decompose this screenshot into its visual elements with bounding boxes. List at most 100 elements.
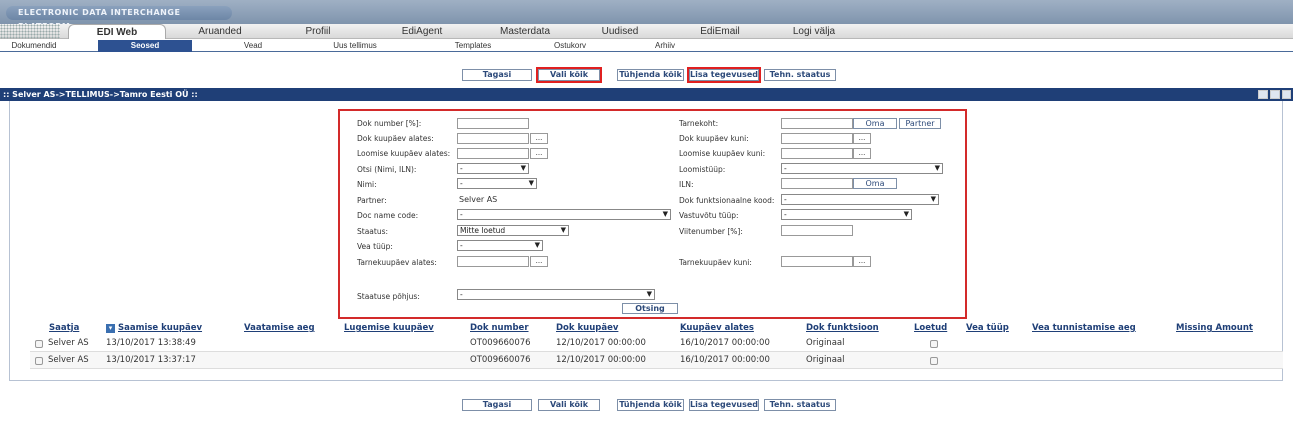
search-icon[interactable] <box>1282 90 1291 99</box>
created-to-picker[interactable]: ... <box>853 148 871 159</box>
col-missing-amount[interactable]: Missing Amount <box>1176 323 1253 333</box>
status-reason-label: Staatuse põhjus: <box>357 292 420 301</box>
col-vea-tunnistamise-aeg[interactable]: Vea tunnistamise aeg <box>1032 323 1136 333</box>
created-from-input[interactable] <box>457 148 529 159</box>
doc-name-code-value: - <box>460 210 463 219</box>
doc-function-code-select[interactable]: - ▼ <box>781 194 939 205</box>
tab-logout[interactable]: Logi välja <box>784 24 844 39</box>
clear-all-button[interactable]: Tühjenda kõik <box>617 69 684 81</box>
col-vaatamise-aeg[interactable]: Vaatamise aeg <box>244 323 315 333</box>
name-select[interactable]: - ▼ <box>457 178 537 189</box>
name-label: Nimi: <box>357 180 377 189</box>
col-saatja[interactable]: Saatja <box>49 323 79 333</box>
col-saamise-kuupaev[interactable]: ▾ Saamise kuupäev <box>106 323 202 333</box>
search-by-select[interactable]: - ▼ <box>457 163 529 174</box>
sort-icon: ▾ <box>106 324 115 333</box>
panel-title: :: Selver AS->TELLIMUS->Tamro Eesti OÜ :… <box>0 88 1293 101</box>
delivery-to-picker[interactable]: ... <box>853 256 871 267</box>
error-type-select[interactable]: - ▼ <box>457 240 543 251</box>
created-from-label: Loomise kuupäev alates: <box>357 149 451 158</box>
delivery-from-picker[interactable]: ... <box>530 256 548 267</box>
doc-name-code-select[interactable]: - ▼ <box>457 209 671 220</box>
doc-date-to-picker[interactable]: ... <box>853 133 871 144</box>
cell-function: Originaal <box>806 355 845 365</box>
subtab-uus-tellimus[interactable]: Uus tellimus <box>320 40 390 52</box>
cell-received: 13/10/2017 13:38:49 <box>106 338 196 348</box>
doc-number-input[interactable] <box>457 118 529 129</box>
delivery-to-input[interactable] <box>781 256 853 267</box>
tech-status-button-bottom[interactable]: Tehn. staatus <box>764 399 836 411</box>
reference-number-input[interactable] <box>781 225 853 236</box>
read-checkbox[interactable] <box>930 357 938 365</box>
iln-input[interactable] <box>781 178 853 189</box>
back-button-bottom[interactable]: Tagasi <box>462 399 532 411</box>
col-kuupaev-alates[interactable]: Kuupäev alates <box>680 323 754 333</box>
read-checkbox[interactable] <box>930 340 938 348</box>
table-row[interactable] <box>30 352 1283 369</box>
subtab-dokumendid[interactable]: Dokumendid <box>0 40 68 52</box>
subtab-templates[interactable]: Templates <box>448 40 498 52</box>
subtab-vead[interactable]: Vead <box>228 40 278 52</box>
chevron-down-icon: ▼ <box>520 164 526 172</box>
col-dok-funktsioon[interactable]: Dok funktsioon <box>806 323 879 333</box>
tab-masterdata[interactable]: Masterdata <box>490 24 560 39</box>
status-select[interactable]: Mitte loetud ▼ <box>457 225 569 236</box>
grid-icon[interactable] <box>1270 90 1280 99</box>
col-dok-number[interactable]: Dok number <box>470 323 529 333</box>
row-checkbox[interactable] <box>35 357 43 365</box>
col-dok-kuupaev[interactable]: Dok kuupäev <box>556 323 618 333</box>
clear-all-button-bottom[interactable]: Tühjenda kõik <box>617 399 684 411</box>
row-checkbox[interactable] <box>35 340 43 348</box>
iln-oma-button[interactable]: Oma <box>853 178 897 189</box>
back-button[interactable]: Tagasi <box>462 69 532 81</box>
cell-doc-date: 12/10/2017 00:00:00 <box>556 338 646 348</box>
select-all-button-bottom[interactable]: Vali kõik <box>538 399 600 411</box>
cell-sender: Selver AS <box>48 355 89 365</box>
app-title: ELECTRONIC DATA INTERCHANGE PLATFORM <box>6 6 232 31</box>
doc-name-code-label: Doc name code: <box>357 211 419 220</box>
error-type-value: - <box>460 241 463 250</box>
created-from-picker[interactable]: ... <box>530 148 548 159</box>
subtab-arhiiv[interactable]: Arhiiv <box>645 40 685 52</box>
iln-label: ILN: <box>679 180 694 189</box>
search-by-value: - <box>460 164 463 173</box>
delivery-place-oma-button[interactable]: Oma <box>853 118 897 129</box>
tab-profiil[interactable]: Profiil <box>298 24 338 39</box>
chevron-down-icon: ▼ <box>646 290 652 298</box>
chevron-down-icon: ▼ <box>534 241 540 249</box>
cell-sender: Selver AS <box>48 338 89 348</box>
doc-date-to-input[interactable] <box>781 133 853 144</box>
receive-type-select[interactable]: - ▼ <box>781 209 912 220</box>
col-loetud[interactable]: Loetud <box>914 323 947 333</box>
chevron-down-icon: ▼ <box>528 179 534 187</box>
chevron-down-icon: ▼ <box>930 195 936 203</box>
created-to-input[interactable] <box>781 148 853 159</box>
creation-type-select[interactable]: - ▼ <box>781 163 943 174</box>
col-lugemise-kuupaev[interactable]: Lugemise kuupäev <box>344 323 434 333</box>
delivery-place-partner-button[interactable]: Partner <box>899 118 941 129</box>
tab-uudised[interactable]: Uudised <box>595 24 645 39</box>
help-icon[interactable] <box>1258 90 1268 99</box>
search-button[interactable]: Otsing <box>622 303 678 314</box>
delivery-from-label: Tarnekuupäev alates: <box>357 258 437 267</box>
subtab-ostukorv[interactable]: Ostukorv <box>545 40 595 52</box>
delivery-place-label: Tarnekoht: <box>679 119 719 128</box>
delivery-from-input[interactable] <box>457 256 529 267</box>
tech-status-button[interactable]: Tehn. staatus <box>764 69 836 81</box>
cell-doc-date: 12/10/2017 00:00:00 <box>556 355 646 365</box>
cell-date-from: 16/10/2017 00:00:00 <box>680 338 770 348</box>
tab-aruanded[interactable]: Aruanded <box>190 24 250 39</box>
table-row[interactable] <box>30 335 1283 352</box>
col-vea-tuup[interactable]: Vea tüüp <box>966 323 1009 333</box>
subtab-seosed[interactable]: Seosed <box>98 40 192 52</box>
add-actions-button-bottom[interactable]: Lisa tegevused <box>689 399 759 411</box>
doc-date-from-input[interactable] <box>457 133 529 144</box>
add-actions-button[interactable]: Lisa tegevused <box>687 67 761 83</box>
doc-date-from-picker[interactable]: ... <box>530 133 548 144</box>
delivery-place-input[interactable] <box>781 118 853 129</box>
select-all-button[interactable]: Vali kõik <box>536 67 602 83</box>
tab-ediemail[interactable]: EdiEmail <box>690 24 750 39</box>
status-reason-select[interactable]: - ▼ <box>457 289 655 300</box>
tab-edi-web[interactable]: EDI Web <box>68 24 166 39</box>
tab-ediagent[interactable]: EdiAgent <box>392 24 452 39</box>
